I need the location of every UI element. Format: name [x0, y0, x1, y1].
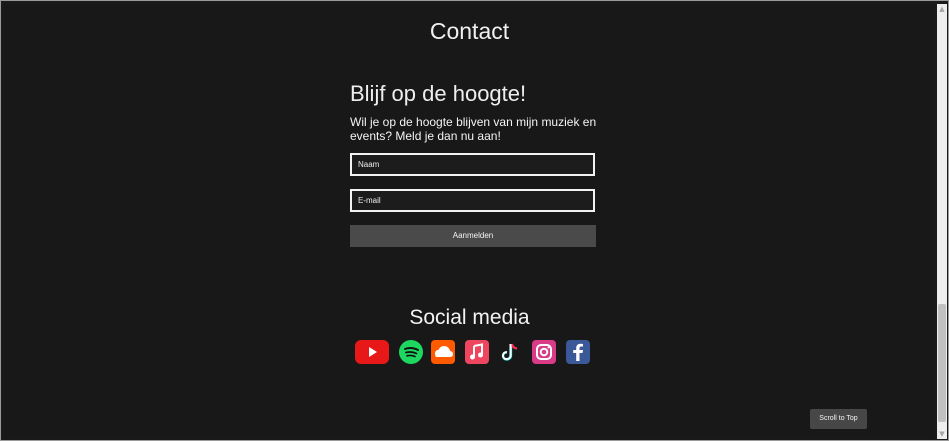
soundcloud-icon[interactable] — [431, 340, 455, 364]
music-icon[interactable] — [465, 340, 489, 364]
name-input[interactable]: Naam — [350, 153, 595, 176]
facebook-icon[interactable] — [566, 340, 590, 364]
scroll-up-icon[interactable]: ▲ — [937, 4, 947, 14]
contact-title: Contact — [429, 18, 510, 44]
social-media-title: Social media — [409, 306, 530, 329]
subscribe-button[interactable]: Aanmelden — [350, 225, 596, 247]
newsletter-description: Wil je op de hoogte blijven van mijn muz… — [350, 115, 597, 143]
contact-page: Contact Blijf op de hoogte! Wil je op de… — [4, 4, 935, 439]
scroll-down-icon[interactable]: ▼ — [937, 429, 947, 439]
browser-frame: Contact Blijf op de hoogte! Wil je op de… — [0, 0, 949, 441]
vertical-scrollbar[interactable]: ▲ ▼ — [937, 4, 947, 439]
spotify-icon[interactable] — [399, 340, 423, 364]
youtube-icon[interactable] — [355, 340, 389, 364]
scroll-to-top-button[interactable]: Scroll to Top — [810, 409, 867, 429]
instagram-icon[interactable] — [532, 340, 556, 364]
scrollbar-thumb[interactable] — [938, 304, 946, 422]
newsletter-title: Blijf op de hoogte! — [350, 81, 527, 106]
tiktok-icon[interactable] — [498, 340, 522, 364]
email-input[interactable]: E-mail — [350, 189, 595, 212]
